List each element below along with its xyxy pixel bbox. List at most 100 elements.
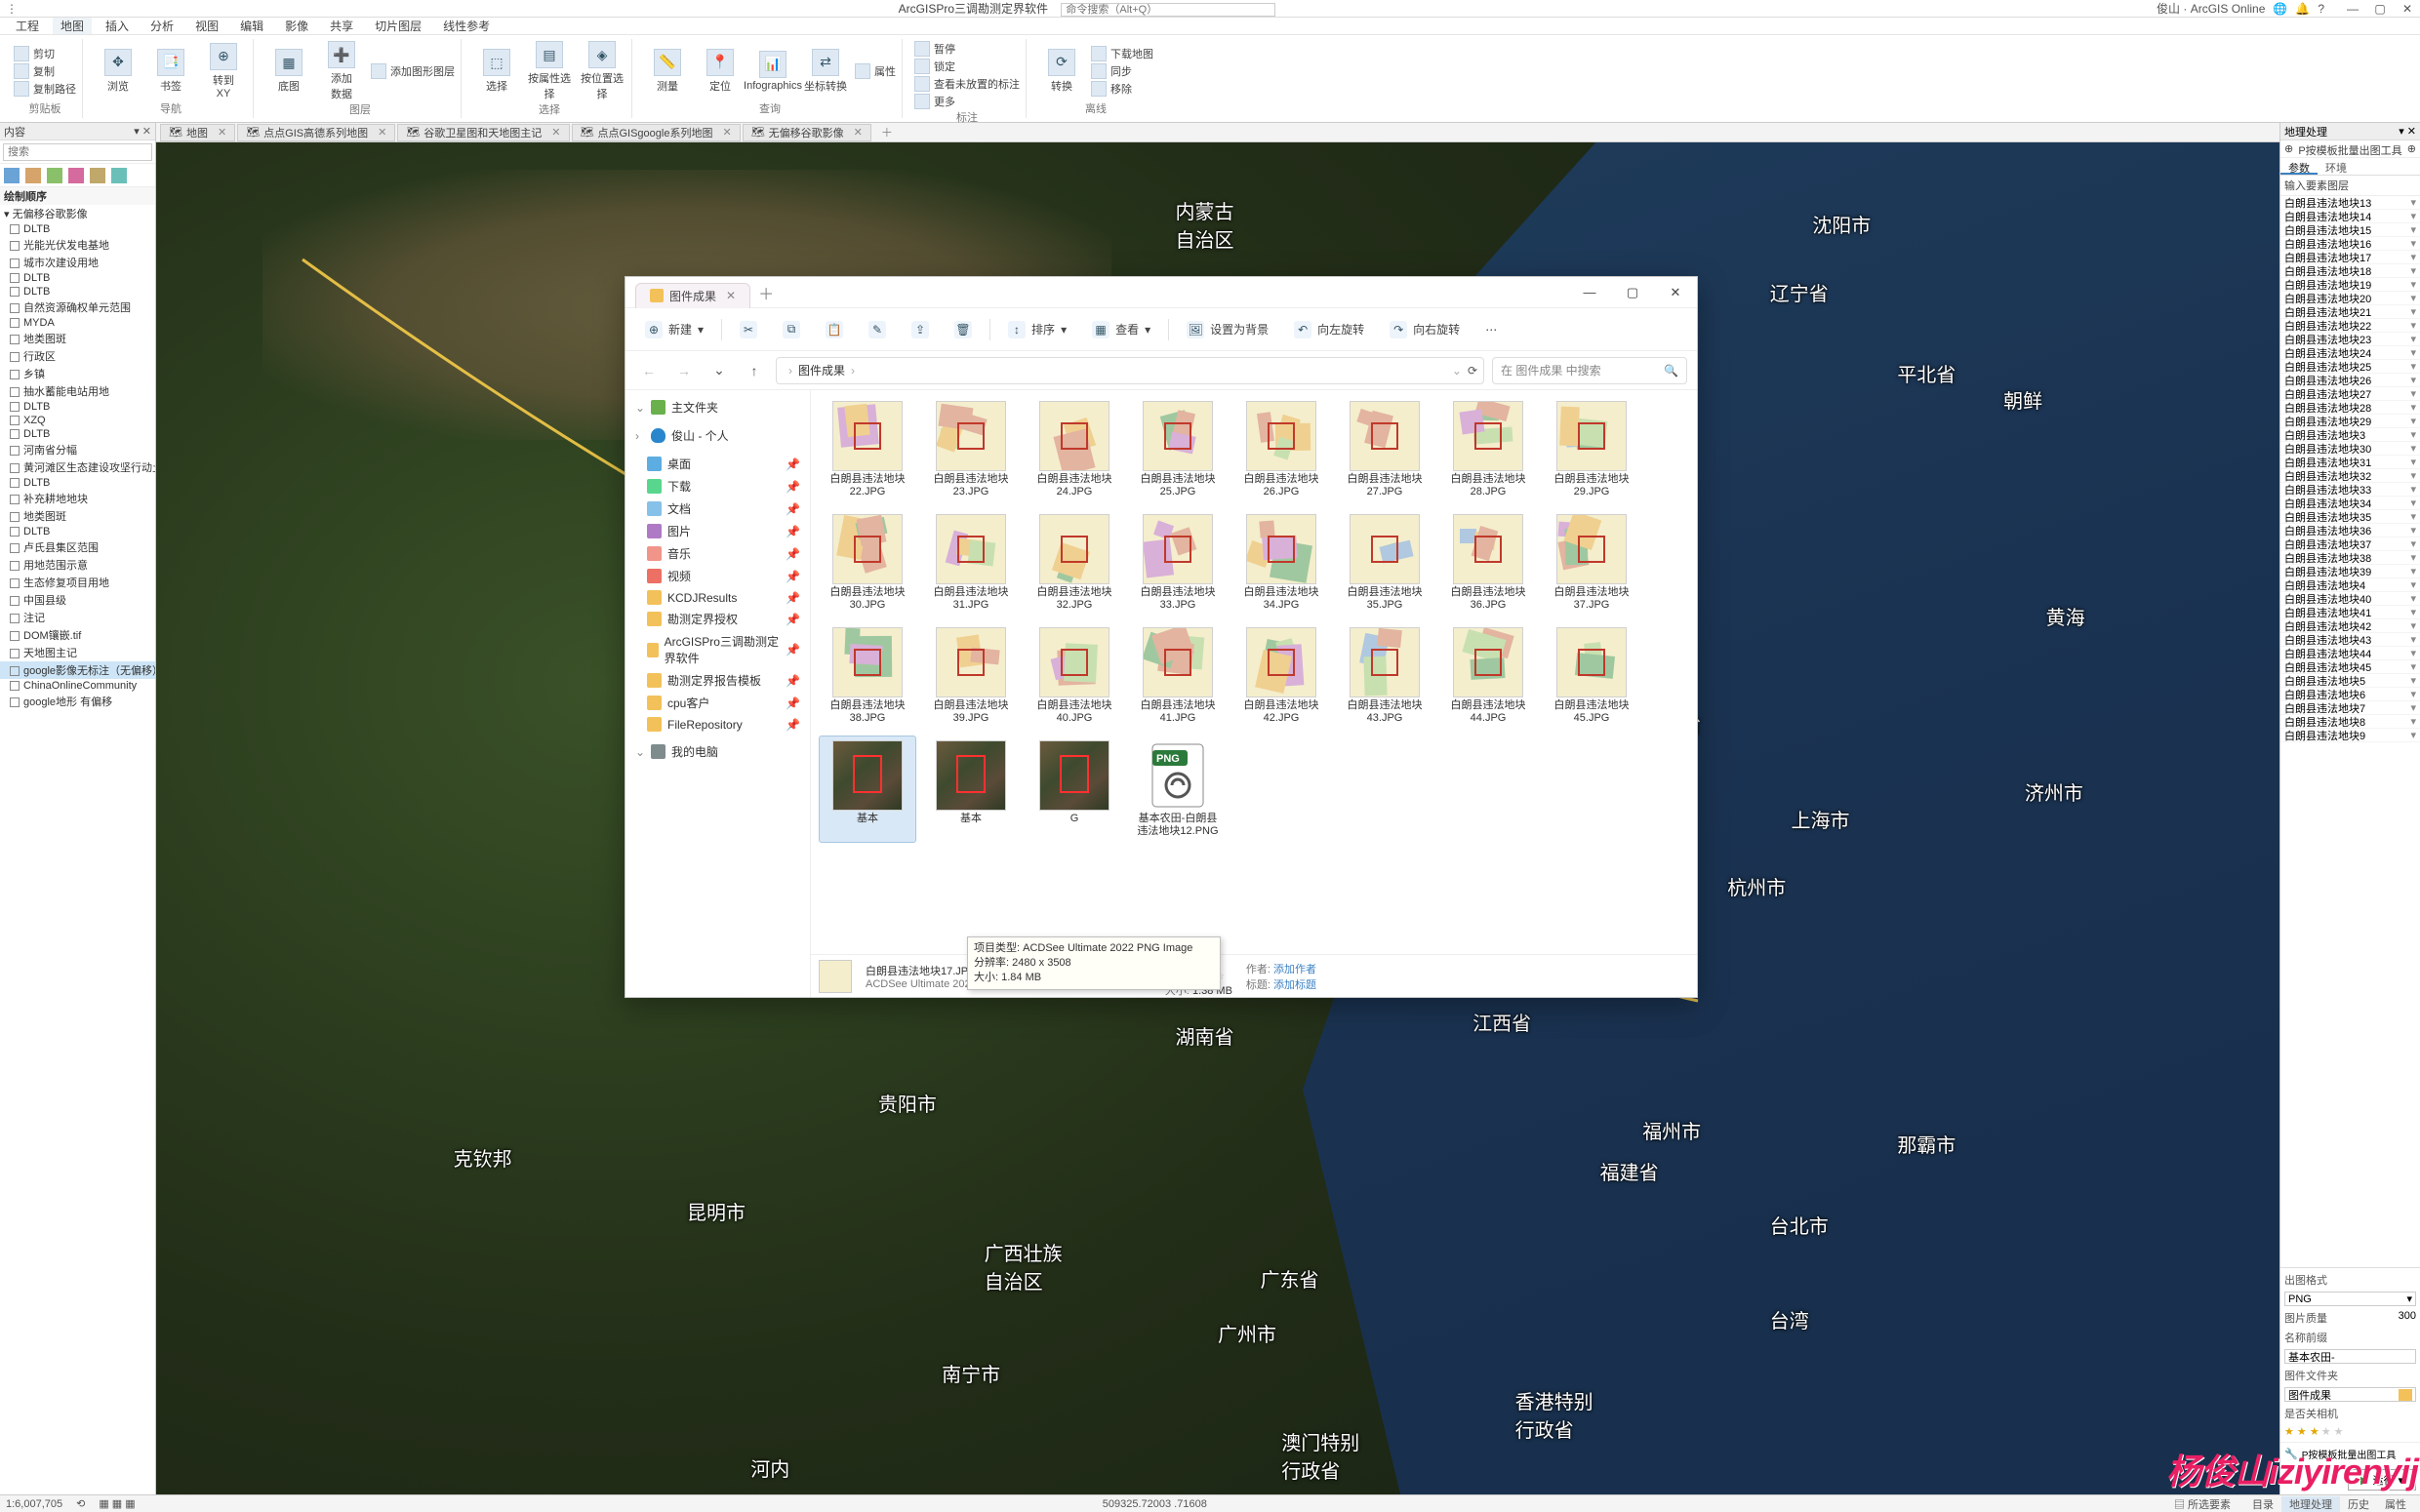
layer-checkbox[interactable] bbox=[10, 495, 20, 504]
file-item[interactable]: 白朗县违法地块30.JPG bbox=[819, 509, 916, 617]
dropdown-icon[interactable]: ▾ bbox=[2410, 578, 2416, 591]
dropdown-icon[interactable]: ▾ bbox=[2410, 674, 2416, 687]
help-icon[interactable]: ? bbox=[2318, 2, 2324, 16]
layer-checkbox[interactable] bbox=[10, 446, 20, 456]
minimize-button[interactable]: ― bbox=[2346, 2, 2360, 16]
close-button[interactable]: ✕ bbox=[2400, 2, 2414, 16]
file-item[interactable]: 白朗县违法地块33.JPG bbox=[1129, 509, 1227, 617]
dropdown-icon[interactable]: ▾ bbox=[2410, 223, 2416, 236]
dropdown-icon[interactable]: ▾ bbox=[2410, 633, 2416, 646]
ribbon-剪切[interactable]: 剪切 bbox=[14, 46, 76, 61]
browse-folder-icon[interactable] bbox=[2399, 1389, 2412, 1401]
ribbon-书签[interactable]: 📑书签 bbox=[147, 49, 194, 94]
list-by-labeling-icon[interactable] bbox=[111, 168, 127, 183]
file-item[interactable]: 白朗县违法地块25.JPG bbox=[1129, 396, 1227, 503]
out-fmt-select[interactable]: PNG▾ bbox=[2284, 1292, 2416, 1306]
dropdown-icon[interactable]: ▾ bbox=[2410, 251, 2416, 263]
layer-checkbox[interactable] bbox=[10, 561, 20, 571]
dropdown-icon[interactable]: ▾ bbox=[2410, 619, 2416, 632]
dropdown-icon[interactable]: ▾ bbox=[2410, 497, 2416, 509]
user-label[interactable]: 俊山 · ArcGIS Online bbox=[2157, 0, 2265, 17]
ribbon-更多[interactable]: 更多 bbox=[914, 94, 1020, 109]
layer-item[interactable]: ChinaOnlineCommunity bbox=[0, 679, 155, 693]
back-icon[interactable]: ⊕ bbox=[2284, 142, 2293, 155]
ribbon-按属性选择[interactable]: ▤按属性选择 bbox=[526, 41, 573, 101]
sidebar-onedrive[interactable]: ›俊山 - 个人 bbox=[629, 424, 806, 447]
ribbon-选择[interactable]: ⬚选择 bbox=[473, 49, 520, 94]
layer-item[interactable]: 自然资源确权单元范围 bbox=[0, 298, 155, 316]
layer-item[interactable]: 卢氏县集区范围 bbox=[0, 538, 155, 556]
dropdown-icon[interactable]: ▾ bbox=[2410, 469, 2416, 482]
map-name[interactable]: ▾ 无偏移谷歌影像 bbox=[0, 205, 155, 222]
file-item[interactable]: 白朗县违法地块22.JPG bbox=[819, 396, 916, 503]
panel-close-icon[interactable]: ✕ bbox=[142, 126, 151, 138]
breadcrumb[interactable]: 图件成果 bbox=[798, 362, 845, 378]
menu-地图[interactable]: 地图 bbox=[53, 18, 92, 34]
sidebar-documents[interactable]: 文档📌 bbox=[629, 497, 806, 520]
file-item[interactable]: 白朗县违法地块26.JPG bbox=[1232, 396, 1330, 503]
sort-button[interactable]: ↕排序 ▾ bbox=[1000, 317, 1074, 342]
layer-item[interactable]: 乡镇 bbox=[0, 365, 155, 382]
layer-checkbox[interactable] bbox=[10, 478, 20, 488]
menu-视图[interactable]: 视图 bbox=[187, 18, 226, 34]
ribbon-属性[interactable]: 属性 bbox=[855, 63, 896, 79]
sidebar-pc[interactable]: ⌄我的电脑 bbox=[629, 740, 806, 763]
close-tab-icon[interactable]: ✕ bbox=[218, 126, 226, 139]
layer-checkbox[interactable] bbox=[10, 596, 20, 606]
bell-icon[interactable]: 🔔 bbox=[2295, 2, 2310, 16]
layer-item[interactable]: 城市次建设用地 bbox=[0, 254, 155, 271]
dropdown-icon[interactable]: ▾ bbox=[2410, 278, 2416, 291]
file-item[interactable]: 白朗县违法地块41.JPG bbox=[1129, 622, 1227, 730]
list-by-selection-icon[interactable] bbox=[47, 168, 62, 183]
sidebar-folder[interactable]: FileRepository📌 bbox=[629, 714, 806, 735]
ribbon-添加图形图层[interactable]: 添加图形图层 bbox=[371, 63, 455, 79]
file-item[interactable]: 白朗县违法地块24.JPG bbox=[1026, 396, 1123, 503]
earth-icon[interactable]: 🌐 bbox=[2273, 2, 2287, 16]
layer-item[interactable]: 河南省分幅 bbox=[0, 441, 155, 458]
layer-checkbox[interactable] bbox=[10, 273, 20, 283]
layer-item[interactable]: 用地范围示意 bbox=[0, 556, 155, 574]
sidebar-videos[interactable]: 视频📌 bbox=[629, 565, 806, 587]
dropdown-icon[interactable]: ▾ bbox=[2410, 415, 2416, 427]
ribbon-测量[interactable]: 📏测量 bbox=[644, 49, 691, 94]
dock-icon[interactable]: ▾ bbox=[2399, 126, 2404, 138]
dropdown-icon[interactable]: ▾ bbox=[2410, 729, 2416, 741]
file-item[interactable]: 基本 bbox=[922, 736, 1020, 843]
layer-checkbox[interactable] bbox=[10, 649, 20, 658]
add-author-link[interactable]: 添加作者 bbox=[1273, 964, 1316, 975]
layer-checkbox[interactable] bbox=[10, 287, 20, 297]
dropdown-icon[interactable]: ▾ bbox=[2410, 456, 2416, 468]
rotate-left-button[interactable]: ↶向左旋转 bbox=[1286, 317, 1372, 342]
rotate-right-button[interactable]: ↷向右旋转 bbox=[1382, 317, 1468, 342]
layer-checkbox[interactable] bbox=[10, 429, 20, 439]
layer-checkbox[interactable] bbox=[10, 259, 20, 268]
ribbon-浏览[interactable]: ✥浏览 bbox=[95, 49, 141, 94]
add-title-link[interactable]: 添加标题 bbox=[1273, 979, 1316, 991]
layer-checkbox[interactable] bbox=[10, 241, 20, 251]
ribbon-坐标转换[interactable]: ⇄坐标转换 bbox=[802, 49, 849, 94]
explorer-maximize[interactable]: ▢ bbox=[1611, 277, 1654, 308]
dropdown-icon[interactable]: ▾ bbox=[2410, 387, 2416, 400]
layer-item[interactable]: DLTB bbox=[0, 476, 155, 490]
file-item[interactable]: 白朗县违法地块28.JPG bbox=[1439, 396, 1537, 503]
file-item[interactable]: G bbox=[1026, 736, 1123, 843]
tab-env[interactable]: 环境 bbox=[2318, 158, 2355, 175]
file-item[interactable]: 白朗县违法地块36.JPG bbox=[1439, 509, 1537, 617]
ribbon-暂停[interactable]: 暂停 bbox=[914, 41, 1020, 57]
sidebar-folder[interactable]: KCDJResults📌 bbox=[629, 587, 806, 608]
more-button[interactable]: ⋯ bbox=[1477, 319, 1505, 340]
file-item[interactable]: 白朗县违法地块31.JPG bbox=[922, 509, 1020, 617]
explorer-close[interactable]: ✕ bbox=[1654, 277, 1697, 308]
delete-button[interactable]: 🗑 bbox=[947, 317, 980, 342]
file-item[interactable]: 白朗县违法地块37.JPG bbox=[1543, 509, 1640, 617]
nav-fwd[interactable]: → bbox=[670, 357, 698, 384]
layer-item[interactable]: DOM镶嵌.tif bbox=[0, 626, 155, 644]
list-by-source-icon[interactable] bbox=[25, 168, 41, 183]
close-tab-icon[interactable]: ✕ bbox=[551, 126, 560, 139]
map-tab[interactable]: 🗺无偏移谷歌影像✕ bbox=[743, 124, 871, 141]
file-item[interactable]: 白朗县违法地块39.JPG bbox=[922, 622, 1020, 730]
sidebar-desktop[interactable]: 桌面📌 bbox=[629, 453, 806, 475]
explorer-tab[interactable]: 图件成果 ✕ bbox=[635, 283, 750, 308]
layer-checkbox[interactable] bbox=[10, 614, 20, 623]
view-button[interactable]: ▦查看 ▾ bbox=[1084, 317, 1158, 342]
